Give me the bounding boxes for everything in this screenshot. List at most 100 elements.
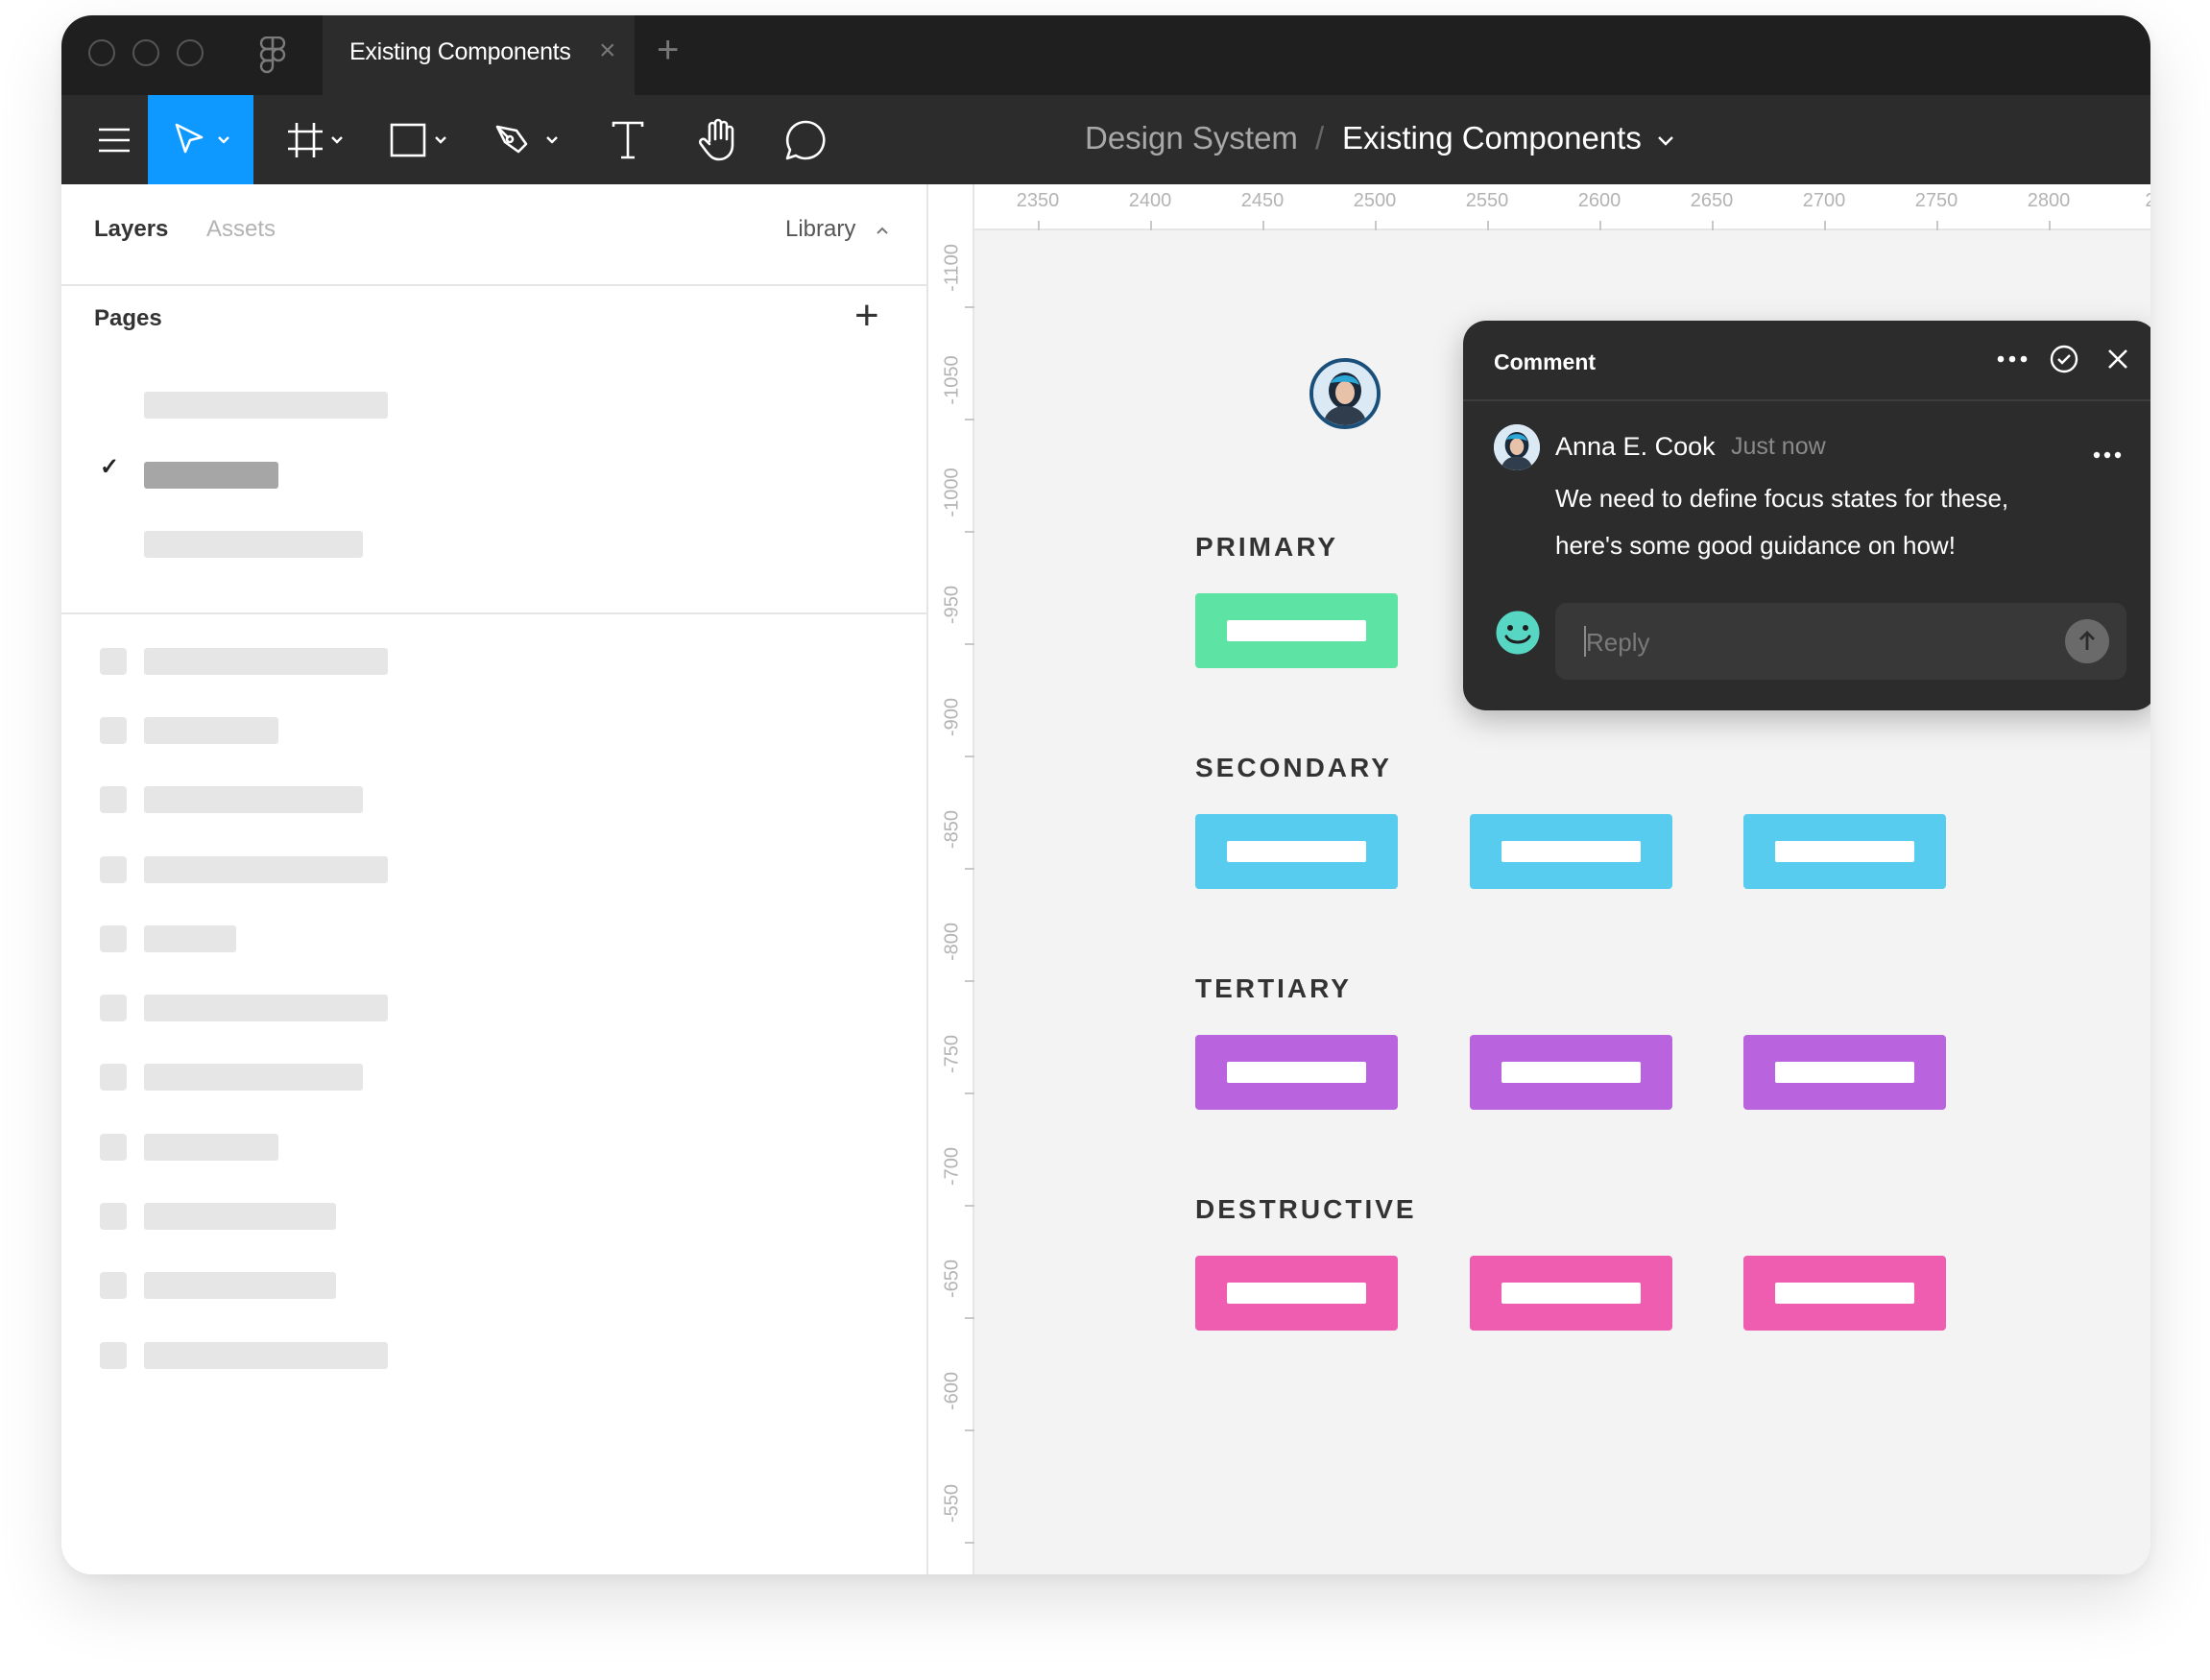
send-icon[interactable] bbox=[2064, 618, 2110, 664]
chevron-down-icon[interactable] bbox=[1657, 135, 1674, 147]
collaborator-avatar[interactable] bbox=[1309, 358, 1381, 429]
ruler-tick bbox=[2049, 221, 2051, 230]
ruler-tick bbox=[965, 1205, 974, 1207]
ruler-label: 2600 bbox=[1577, 190, 1621, 211]
horizontal-ruler: 2350 2400 2450 2500 2550 2600 2650 2700 2750 2800… bbox=[928, 184, 2150, 230]
more-icon[interactable] bbox=[1997, 355, 2028, 363]
new-tab-button[interactable]: + bbox=[657, 31, 679, 69]
window-zoom-control[interactable] bbox=[177, 39, 204, 66]
ruler-label: 2500 bbox=[1353, 190, 1397, 211]
ruler-label: 2350 bbox=[1016, 190, 1060, 211]
breadcrumb-parent[interactable]: Design System bbox=[1085, 119, 1298, 157]
breadcrumb-current[interactable]: Existing Components bbox=[1342, 119, 1642, 157]
chevron-up-icon[interactable] bbox=[876, 226, 889, 235]
layer-icon bbox=[100, 786, 127, 813]
secondary-button-component[interactable] bbox=[1195, 814, 1398, 889]
layer-icon bbox=[100, 1203, 127, 1230]
ruler-tick bbox=[965, 306, 974, 308]
ruler-tick bbox=[1487, 221, 1489, 230]
layer-icon bbox=[100, 925, 127, 952]
ruler-label: 2800 bbox=[2027, 190, 2071, 211]
tertiary-button-component[interactable] bbox=[1195, 1035, 1398, 1110]
page-item-selected[interactable] bbox=[144, 462, 278, 489]
destructive-button-component[interactable] bbox=[1195, 1256, 1398, 1331]
close-icon[interactable] bbox=[2106, 348, 2129, 371]
layer-item[interactable] bbox=[144, 717, 278, 744]
secondary-button-component[interactable] bbox=[1743, 814, 1946, 889]
pen-tool-button[interactable] bbox=[482, 95, 578, 184]
ruler-label: -750 bbox=[941, 1034, 963, 1074]
layer-item[interactable] bbox=[144, 925, 236, 952]
ruler-tick bbox=[965, 1429, 974, 1431]
page-item[interactable] bbox=[144, 392, 388, 419]
comment-body-line2: here's some good guidance on how! bbox=[1555, 531, 1956, 560]
layers-sidebar: Layers Assets Library Pages + ✓ bbox=[61, 184, 928, 1574]
destructive-button-component[interactable] bbox=[1743, 1256, 1946, 1331]
window-close-control[interactable] bbox=[88, 39, 115, 66]
more-icon[interactable] bbox=[2093, 451, 2122, 459]
button-label-placeholder bbox=[1227, 1283, 1366, 1304]
ruler-label: -850 bbox=[941, 809, 963, 850]
comment-tool-button[interactable] bbox=[767, 95, 844, 184]
ruler-tick bbox=[965, 1317, 974, 1319]
ruler-tick bbox=[1038, 221, 1040, 230]
ruler-tick bbox=[1150, 221, 1152, 230]
comment-author: Anna E. Cook bbox=[1555, 432, 1716, 461]
tab-close-icon[interactable]: × bbox=[599, 36, 616, 65]
chevron-down-icon bbox=[218, 135, 229, 143]
secondary-button-component[interactable] bbox=[1470, 814, 1672, 889]
figma-logo-icon[interactable] bbox=[259, 36, 286, 80]
app-window: Existing Components × + Design System / … bbox=[61, 15, 2150, 1574]
button-label-placeholder bbox=[1775, 1062, 1914, 1083]
tab-assets[interactable]: Assets bbox=[206, 215, 276, 244]
resolve-icon[interactable] bbox=[2049, 344, 2079, 374]
section-label-destructive: DESTRUCTIVE bbox=[1195, 1194, 1417, 1224]
layer-item[interactable] bbox=[144, 1134, 278, 1161]
frame-tool-button[interactable] bbox=[275, 95, 361, 184]
layer-icon bbox=[100, 648, 127, 675]
breadcrumb-separator: / bbox=[1315, 120, 1325, 156]
ruler-tick bbox=[965, 980, 974, 982]
author-avatar bbox=[1494, 424, 1540, 470]
tertiary-button-component[interactable] bbox=[1470, 1035, 1672, 1110]
tab-layers[interactable]: Layers bbox=[94, 215, 168, 244]
rectangle-tool-button[interactable] bbox=[378, 95, 465, 184]
layer-icon bbox=[100, 856, 127, 883]
reply-placeholder: Reply bbox=[1586, 628, 1650, 657]
ruler-label: 2550 bbox=[1465, 190, 1509, 211]
layer-icon bbox=[100, 995, 127, 1021]
text-tool-icon bbox=[612, 121, 644, 158]
layer-item[interactable] bbox=[144, 1064, 363, 1091]
ruler-tick bbox=[965, 1092, 974, 1094]
button-label-placeholder bbox=[1501, 1062, 1641, 1083]
layer-item[interactable] bbox=[144, 1342, 388, 1369]
main-menu-button[interactable] bbox=[71, 95, 157, 184]
page-item[interactable] bbox=[144, 531, 363, 558]
layer-item[interactable] bbox=[144, 1203, 336, 1230]
tertiary-button-component[interactable] bbox=[1743, 1035, 1946, 1110]
comment-title: Comment bbox=[1494, 349, 1597, 374]
layer-item[interactable] bbox=[144, 1272, 336, 1299]
toolbar: Design System / Existing Components bbox=[61, 95, 2150, 184]
ruler-label: 2450 bbox=[1240, 190, 1285, 211]
document-tab[interactable]: Existing Components × bbox=[323, 15, 635, 95]
ruler-label: -1100 bbox=[941, 244, 963, 292]
button-label-placeholder bbox=[1227, 1062, 1366, 1083]
comment-tool-icon bbox=[785, 120, 826, 159]
destructive-button-component[interactable] bbox=[1470, 1256, 1672, 1331]
add-page-button[interactable]: + bbox=[854, 292, 879, 340]
text-tool-button[interactable] bbox=[594, 95, 661, 184]
ruler-label: 2700 bbox=[1802, 190, 1846, 211]
pages-title: Pages bbox=[94, 305, 162, 331]
hand-tool-button[interactable] bbox=[681, 95, 757, 184]
layer-item[interactable] bbox=[144, 648, 388, 675]
emoji-icon[interactable] bbox=[1494, 609, 1542, 657]
window-minimize-control[interactable] bbox=[132, 39, 159, 66]
library-button[interactable]: Library bbox=[785, 215, 855, 244]
reply-field[interactable]: Reply bbox=[1555, 603, 2126, 680]
primary-button-component[interactable] bbox=[1195, 593, 1398, 668]
layer-item[interactable] bbox=[144, 856, 388, 883]
layer-item[interactable] bbox=[144, 786, 363, 813]
move-tool-button[interactable] bbox=[148, 95, 253, 184]
layer-item[interactable] bbox=[144, 995, 388, 1021]
